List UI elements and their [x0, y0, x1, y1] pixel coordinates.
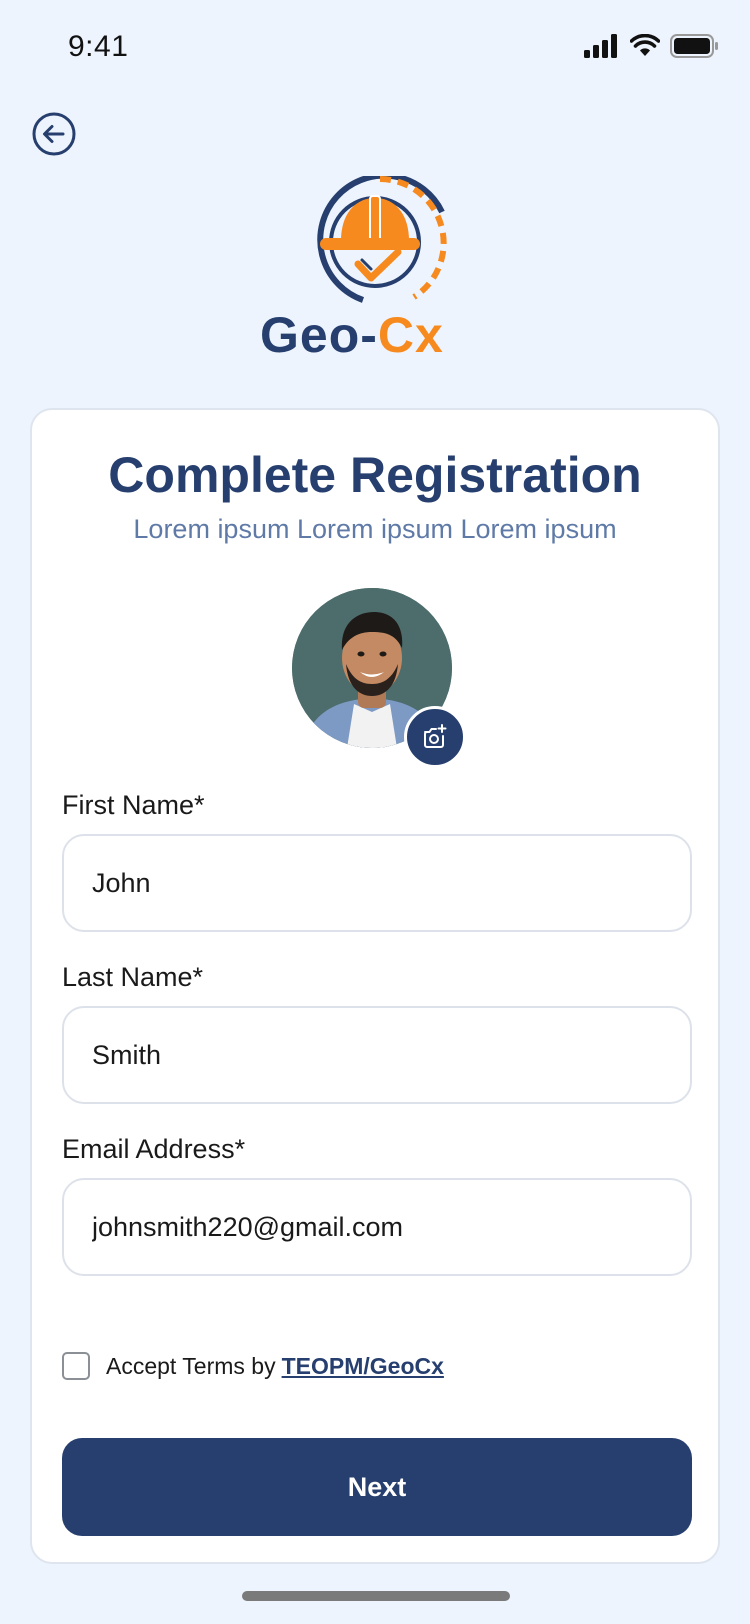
cellular-signal-icon	[584, 34, 617, 58]
home-indicator	[242, 1591, 510, 1601]
last-name-label: Last Name*	[62, 962, 204, 992]
page-title: Complete Registration	[108, 447, 642, 503]
logo-text-geo: Geo-	[260, 307, 378, 363]
terms-link[interactable]: TEOPM/GeoCx	[282, 1353, 444, 1380]
registration-card: Complete Registration Lorem ipsum Lorem …	[30, 408, 720, 1564]
camera-plus-icon	[424, 724, 447, 748]
wifi-icon	[630, 34, 660, 56]
logo-wordmark: Geo-Cx	[260, 306, 444, 364]
accept-terms-checkbox[interactable]	[62, 1352, 90, 1380]
status-bar: 9:41	[0, 0, 750, 96]
first-name-input[interactable]	[62, 834, 692, 932]
terms-row: Accept Terms by TEOPM/GeoCx	[62, 1352, 444, 1380]
avatar-section	[292, 588, 466, 768]
next-button[interactable]: Next	[62, 1438, 692, 1536]
arrow-left-circle-icon	[32, 112, 76, 156]
first-name-label: First Name*	[62, 790, 205, 820]
last-name-input[interactable]	[62, 1006, 692, 1104]
terms-text: Accept Terms by	[106, 1352, 276, 1379]
back-button[interactable]	[30, 110, 78, 158]
change-photo-button[interactable]	[404, 706, 466, 768]
email-label: Email Address*	[62, 1134, 246, 1164]
status-icons	[584, 34, 720, 58]
status-time: 9:41	[68, 30, 129, 63]
logo-text-cx: Cx	[377, 307, 444, 363]
page-subtitle: Lorem ipsum Lorem ipsum Lorem ipsum	[133, 514, 617, 544]
battery-icon	[670, 34, 718, 58]
email-input[interactable]	[62, 1178, 692, 1276]
